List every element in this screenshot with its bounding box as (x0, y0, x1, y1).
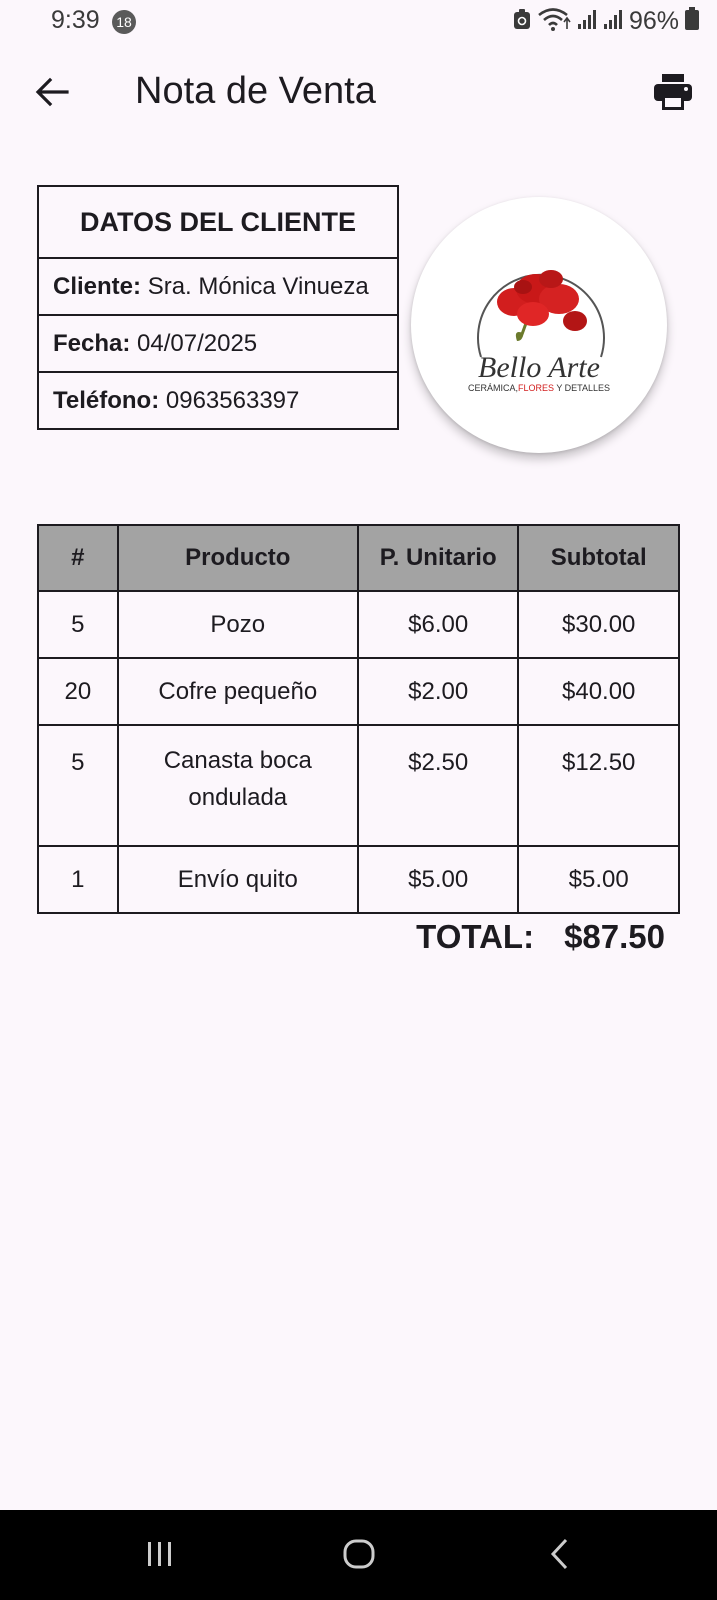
col-header-subtotal: Subtotal (517, 524, 680, 592)
table-header-row: # Producto P. Unitario Subtotal (37, 524, 680, 592)
row-subtotal: $40.00 (517, 657, 680, 726)
total-line: TOTAL: $87.50 (416, 918, 665, 956)
row-product: Envío quito (116, 845, 359, 914)
col-header-product: Producto (116, 524, 359, 592)
row-qty: 5 (37, 590, 119, 659)
client-phone-label: Teléfono: (53, 387, 160, 414)
recents-button[interactable] (140, 1536, 180, 1576)
printer-icon (654, 73, 692, 115)
signal-icon-2 (603, 8, 623, 35)
table-row: 5 Pozo $6.00 $30.00 (37, 590, 680, 659)
nav-back-button[interactable] (540, 1536, 580, 1576)
total-value: $87.50 (564, 918, 665, 955)
battery-icon (685, 6, 699, 36)
arrow-left-icon (35, 77, 69, 112)
page-title: Nota de Venta (135, 70, 376, 112)
wifi-icon (537, 7, 571, 36)
client-name-label: Cliente: (53, 273, 142, 300)
brand-logo: Bello Arte CERÁMICA,FLORES Y DETALLES (411, 197, 667, 453)
row-qty: 1 (37, 845, 119, 914)
row-unit-price: $2.00 (356, 657, 520, 726)
table-row: 1 Envío quito $5.00 $5.00 (37, 845, 680, 914)
row-product: Canasta boca ondulada (116, 724, 359, 847)
notification-badge: 18 (112, 10, 136, 34)
client-name-value: Sra. Mónica Vinueza (147, 273, 369, 300)
battery-percent: 96% (628, 6, 679, 35)
client-data-box: DATOS DEL CLIENTE Cliente: Sra. Mónica V… (37, 185, 399, 430)
recents-icon (145, 1540, 175, 1573)
row-unit-price: $6.00 (356, 590, 520, 659)
logo-graphic: Bello Arte CERÁMICA,FLORES Y DETALLES (468, 270, 610, 393)
row-unit-price: $5.00 (356, 845, 520, 914)
client-phone-value: 0963563397 (165, 387, 300, 414)
print-button[interactable] (648, 72, 698, 116)
table-row: 5 Canasta boca ondulada $2.50 $12.50 (37, 724, 680, 847)
row-unit-price: $2.50 (356, 724, 520, 847)
logo-tagline-c: Y DETALLES (554, 383, 610, 393)
flower-icon (497, 270, 587, 341)
recycle-lock-icon (513, 8, 531, 35)
client-date-row: Fecha: 04/07/2025 (39, 316, 397, 373)
col-header-qty: # (37, 524, 119, 592)
status-icons: 96% (513, 6, 699, 36)
items-table: # Producto P. Unitario Subtotal 5 Pozo $… (37, 524, 680, 914)
logo-tagline-a: CERÁMICA, (468, 383, 518, 393)
row-product: Cofre pequeño (116, 657, 359, 726)
logo-brand-text: Bello Arte (478, 351, 600, 384)
back-button[interactable] (30, 72, 74, 116)
row-qty: 20 (37, 657, 119, 726)
client-name-row: Cliente: Sra. Mónica Vinueza (39, 259, 397, 316)
logo-tagline-b: FLORES (518, 383, 554, 393)
client-date-label: Fecha: (53, 330, 131, 357)
home-button[interactable] (339, 1536, 379, 1576)
status-bar: 9:39 18 96% (0, 0, 717, 44)
status-time: 9:39 (51, 6, 100, 34)
signal-icon-1 (577, 8, 597, 35)
client-date-value: 04/07/2025 (137, 330, 258, 357)
logo-tagline: CERÁMICA,FLORES Y DETALLES (468, 383, 610, 393)
row-subtotal: $12.50 (517, 724, 680, 847)
total-label: TOTAL: (416, 918, 535, 955)
table-row: 20 Cofre pequeño $2.00 $40.00 (37, 657, 680, 726)
row-subtotal: $30.00 (517, 590, 680, 659)
system-nav-bar (0, 1510, 717, 1600)
row-product: Pozo (116, 590, 359, 659)
col-header-unit-price: P. Unitario (356, 524, 520, 592)
client-phone-row: Teléfono: 0963563397 (39, 373, 397, 428)
client-header: DATOS DEL CLIENTE (39, 187, 397, 259)
row-qty: 5 (37, 724, 119, 847)
row-subtotal: $5.00 (517, 845, 680, 914)
home-icon (343, 1538, 375, 1575)
nav-back-icon (549, 1538, 571, 1575)
